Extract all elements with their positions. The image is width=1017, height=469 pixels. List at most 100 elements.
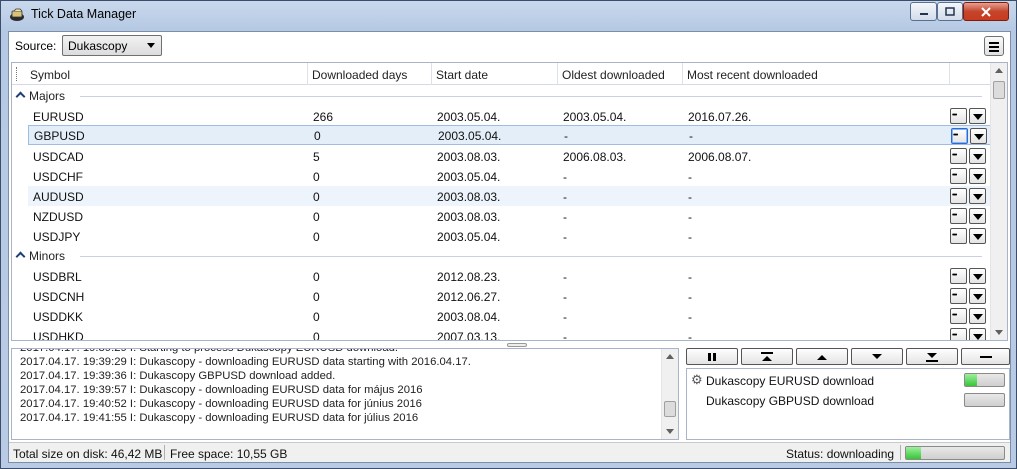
table-row[interactable]: AUDUSD 0 2003.08.03. - - <box>28 186 993 206</box>
cell-symbol: USDCNH <box>33 290 85 304</box>
app-icon <box>10 8 24 21</box>
group-divider <box>80 96 982 97</box>
cell-start-date: 2003.05.04. <box>437 170 501 184</box>
scroll-thumb[interactable] <box>993 81 1005 99</box>
table-row[interactable]: USDCHF 0 2003.05.04. - - <box>12 166 992 186</box>
move-top-button[interactable] <box>741 348 793 365</box>
row-dropdown-button[interactable] <box>969 288 986 304</box>
move-up-button[interactable] <box>796 348 848 365</box>
pause-button[interactable] <box>686 348 738 365</box>
cell-oldest-downloaded: 2006.08.03. <box>563 150 627 164</box>
cell-oldest-downloaded: - <box>563 210 567 224</box>
drag-grip-icon[interactable] <box>16 67 18 81</box>
table-row[interactable]: EURUSD 266 2003.05.04. 2003.05.04. 2016.07.2… <box>12 106 992 126</box>
log-line: 2017.04.17. 19:39:29 I: Starting to proc… <box>20 348 399 354</box>
maximize-button[interactable] <box>937 2 963 21</box>
row-options-button[interactable] <box>950 148 967 164</box>
cell-oldest-downloaded: - <box>563 270 567 284</box>
row-options-button[interactable] <box>950 208 967 224</box>
cell-downloaded-days: 0 <box>314 129 321 143</box>
move-bottom-button[interactable] <box>906 348 958 365</box>
cell-most-recent-downloaded: - <box>688 190 692 204</box>
cell-downloaded-days: 0 <box>313 290 320 304</box>
scroll-thumb[interactable] <box>664 401 676 417</box>
table-row[interactable]: GBPUSD 0 2003.05.04. - - <box>28 125 993 145</box>
total-size-text: Total size on disk: 46,42 MB <box>13 447 163 461</box>
queue-item-progress <box>964 393 1005 407</box>
table-row[interactable]: USDCNH 0 2012.06.27. - - <box>12 286 992 306</box>
cell-most-recent-downloaded: - <box>688 170 692 184</box>
remove-icon <box>979 355 992 358</box>
row-dropdown-button[interactable] <box>969 228 986 244</box>
row-options-button[interactable] <box>950 228 967 244</box>
cell-symbol: USDJPY <box>33 230 81 244</box>
row-dropdown-button[interactable] <box>969 308 986 324</box>
cell-start-date: 2003.08.03. <box>437 210 501 224</box>
queue-item-progress-fill <box>965 374 977 386</box>
move-down-button[interactable] <box>851 348 903 365</box>
source-dropdown[interactable]: Dukascopy <box>62 35 162 56</box>
title-bar[interactable]: Tick Data Manager <box>1 1 1016 29</box>
source-label: Source: <box>15 39 57 53</box>
queue-item[interactable]: ⚙ Dukascopy EURUSD download <box>687 370 1009 390</box>
collapse-caret-icon[interactable] <box>15 91 26 102</box>
scroll-down-icon[interactable] <box>666 429 674 434</box>
row-dropdown-button[interactable] <box>969 208 986 224</box>
cell-start-date: 2003.05.04. <box>438 129 502 143</box>
queue-item[interactable]: Dukascopy GBPUSD download <box>687 390 1009 410</box>
table-row[interactable]: USDDKK 0 2003.08.04. - - <box>12 306 992 326</box>
queue-item-label: Dukascopy EURUSD download <box>706 374 875 388</box>
cell-downloaded-days: 0 <box>313 310 320 324</box>
row-options-button[interactable] <box>950 288 967 304</box>
splitter-handle[interactable] <box>507 343 527 347</box>
row-dropdown-button[interactable] <box>969 268 986 284</box>
table-row[interactable]: USDBRL 0 2012.08.23. - - <box>12 266 992 286</box>
row-dropdown-button[interactable] <box>970 128 987 144</box>
close-button[interactable] <box>963 2 1009 21</box>
row-options-button[interactable] <box>950 268 967 284</box>
scroll-up-icon[interactable] <box>995 68 1003 73</box>
table-row[interactable]: NZDUSD 0 2003.08.03. - - <box>12 206 992 226</box>
log-line: 2017.04.17. 19:40:52 I: Dukascopy - down… <box>20 398 422 410</box>
row-dropdown-button[interactable] <box>969 328 986 340</box>
column-header-downloaded-days[interactable]: Downloaded days <box>308 63 432 85</box>
cell-oldest-downloaded: - <box>563 170 567 184</box>
log-scrollbar[interactable] <box>661 349 678 439</box>
cell-downloaded-days: 0 <box>313 270 320 284</box>
scroll-up-icon[interactable] <box>666 354 674 359</box>
table-row[interactable]: USDHKD 0 2007.03.13. - - <box>12 326 992 340</box>
minimize-button[interactable] <box>910 2 937 21</box>
collapse-caret-icon[interactable] <box>15 251 26 262</box>
cell-downloaded-days: 0 <box>313 170 320 184</box>
table-row[interactable]: USDJPY 0 2003.05.04. - - <box>12 226 992 246</box>
row-options-button[interactable] <box>950 328 967 340</box>
cell-oldest-downloaded: - <box>563 310 567 324</box>
row-options-button[interactable] <box>950 188 967 204</box>
row-options-button[interactable] <box>950 308 967 324</box>
row-options-button[interactable] <box>951 128 968 144</box>
row-dropdown-button[interactable] <box>969 148 986 164</box>
column-header-start-date[interactable]: Start date <box>432 63 558 85</box>
cell-symbol: USDCAD <box>33 150 84 164</box>
group-header[interactable]: Minors <box>12 246 992 266</box>
row-dropdown-button[interactable] <box>969 168 986 184</box>
cell-oldest-downloaded: - <box>563 230 567 244</box>
remove-button[interactable] <box>961 348 1010 365</box>
column-header-symbol[interactable]: Symbol <box>26 63 308 85</box>
table-row[interactable]: USDCAD 5 2003.08.03. 2006.08.03. 2006.08.07. <box>12 146 992 166</box>
log-line: 2017.04.17. 19:39:57 I: Dukascopy - down… <box>20 384 423 396</box>
group-header[interactable]: Majors <box>12 86 992 106</box>
queue-toolbar <box>686 348 1010 366</box>
column-header-most-recent-downloaded[interactable]: Most recent downloaded <box>683 63 950 85</box>
cell-symbol: NZDUSD <box>33 210 83 224</box>
row-options-button[interactable] <box>950 108 967 124</box>
move-down-icon <box>872 353 882 359</box>
move-top-icon <box>761 351 773 361</box>
scroll-down-icon[interactable] <box>995 330 1003 335</box>
row-options-button[interactable] <box>950 168 967 184</box>
column-header-oldest-downloaded[interactable]: Oldest downloaded <box>558 63 683 85</box>
row-dropdown-button[interactable] <box>969 188 986 204</box>
menu-button[interactable] <box>984 36 1004 56</box>
grid-scrollbar[interactable] <box>990 63 1007 340</box>
row-dropdown-button[interactable] <box>969 108 986 124</box>
